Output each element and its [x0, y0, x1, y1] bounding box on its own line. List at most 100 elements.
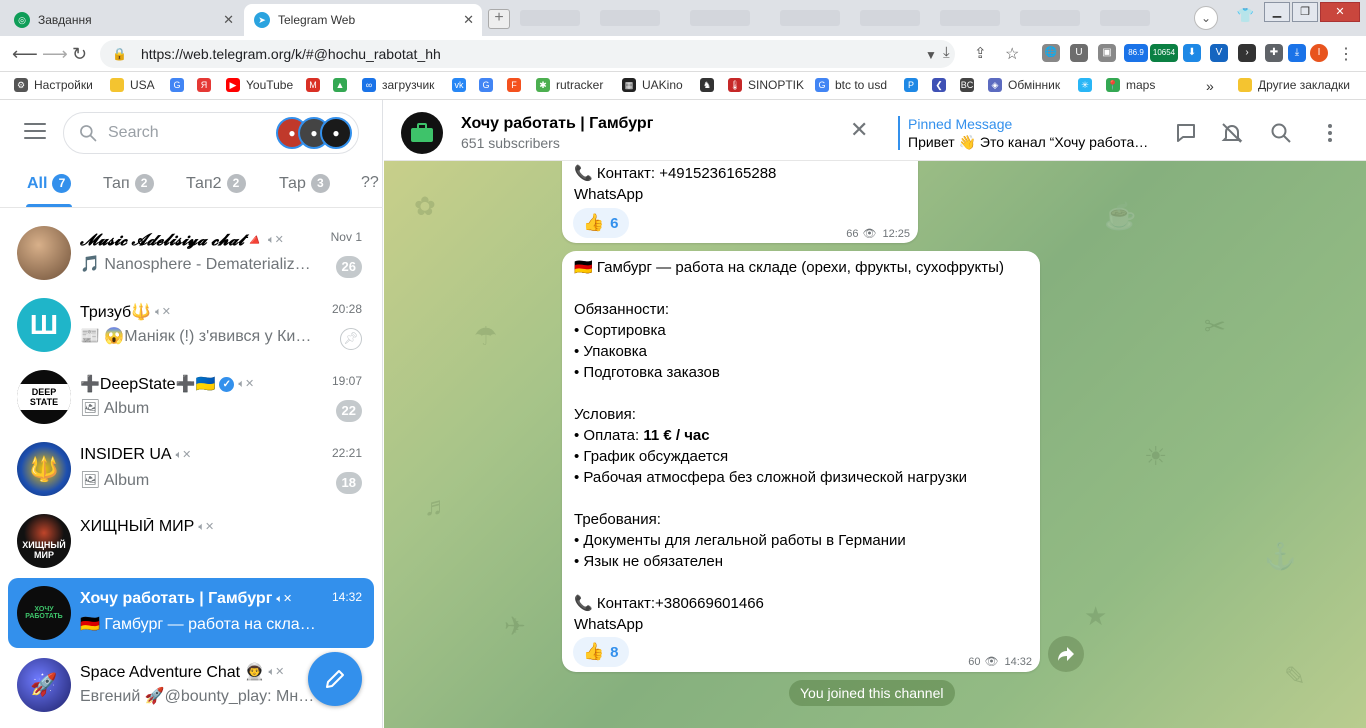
folder-tab-tap2[interactable]: Тап2 2: [186, 174, 246, 193]
chat-time: 14:32: [331, 590, 362, 604]
message-bubble[interactable]: 🇩🇪 Гамбург — работа на складе (орехи, фр…: [562, 251, 1040, 672]
reload-icon[interactable]: ↻: [72, 44, 87, 65]
bookmark-rutracker[interactable]: ✱ rutracker: [536, 78, 603, 92]
close-tab-icon[interactable]: ✕: [223, 12, 234, 28]
compose-button[interactable]: [308, 652, 362, 706]
comments-icon[interactable]: [1174, 121, 1198, 145]
lock-icon[interactable]: 🔒: [112, 47, 127, 61]
background-tab[interactable]: [780, 10, 840, 26]
mute-bell-icon[interactable]: [1220, 121, 1244, 145]
chat-item-hishchny[interactable]: ХИЩНЫЙ МИР ХИЩНЫЙ МИР 🔈︎✕: [8, 506, 374, 576]
terminal-extension-icon[interactable]: ›: [1238, 44, 1256, 62]
bookmark-uakino[interactable]: ▦ UAKino: [622, 78, 683, 92]
puzzle-extension-icon[interactable]: ✚: [1265, 44, 1283, 62]
downloads-icon[interactable]: ⤓: [1288, 44, 1306, 62]
reaction-thumbs-up[interactable]: 👍 6: [573, 208, 629, 238]
search-input[interactable]: [108, 124, 278, 142]
omnibox[interactable]: 🔒 https://web.telegram.org/k/#@hochu_rab…: [100, 40, 955, 68]
message-bubble[interactable]: 📞 Контакт: +4915236165288 WhatsApp 👍 6 66…: [562, 161, 918, 243]
hamburger-menu-icon[interactable]: [24, 123, 46, 139]
minimize-button[interactable]: ▁: [1264, 2, 1290, 22]
bookmark-usa[interactable]: USA: [110, 78, 155, 92]
background-tab[interactable]: [600, 10, 660, 26]
url-text[interactable]: https://web.telegram.org/k/#@hochu_rabot…: [141, 46, 441, 62]
tab-telegram[interactable]: ➤ Telegram Web ✕: [244, 4, 482, 36]
bookmark-google[interactable]: G: [170, 78, 190, 92]
background-tab[interactable]: [520, 10, 580, 26]
close-window-button[interactable]: ✕: [1320, 2, 1360, 22]
bookmark-star[interactable]: ✳: [1078, 78, 1098, 92]
bookmarks-overflow-button[interactable]: »: [1206, 78, 1214, 94]
pinned-message[interactable]: Pinned Message Привет 👋 Это канал “Хочу …: [898, 116, 1148, 150]
stories-row[interactable]: ● ● ●: [276, 117, 352, 149]
background-tab[interactable]: [940, 10, 1000, 26]
tshirt-icon[interactable]: 👕: [1237, 7, 1254, 24]
background-tab[interactable]: [860, 10, 920, 26]
briefcase-icon: [411, 123, 433, 142]
folder-tab-more[interactable]: ??: [361, 174, 379, 192]
bookmark-gmail[interactable]: M: [306, 78, 326, 92]
chat-item-deepstate[interactable]: DEEP STATE ➕DeepState➕🇺🇦 ✓ 🔈︎✕ 19:07 🖼 Alb…: [8, 362, 374, 432]
bookmark-downloader[interactable]: ∞ загрузчик: [362, 78, 434, 92]
back-arrow-icon[interactable]: ⟵: [12, 44, 38, 65]
ublock-extension-icon[interactable]: U: [1070, 44, 1088, 62]
folder-tab-tar[interactable]: Тар 3: [279, 174, 330, 193]
bookmark-bc[interactable]: BC: [960, 78, 980, 92]
forward-button[interactable]: [1048, 636, 1084, 672]
bookmark-sinoptik[interactable]: 🌡 SINOPTIK: [728, 78, 804, 92]
bitcoin-extension-icon[interactable]: 10654: [1150, 44, 1178, 62]
new-tab-button[interactable]: +: [488, 9, 510, 29]
forward-arrow-icon[interactable]: ⟶: [42, 44, 68, 65]
search-icon[interactable]: [1269, 121, 1293, 145]
profile-avatar[interactable]: I: [1310, 44, 1328, 62]
tab-search-button[interactable]: ⌄: [1194, 6, 1218, 30]
chat-item-music[interactable]: 𝓜𝓾𝓼𝓲𝓬 𝓐𝓭𝓮𝓵𝓲𝓼𝓲𝔂𝓪 𝓬𝓱𝓪𝓽🔺 🔈︎✕ Nov 1 🎵 Nanosph…: [8, 218, 374, 288]
background-tab[interactable]: [690, 10, 750, 26]
bookmark-youtube[interactable]: ▶ YouTube: [226, 78, 293, 92]
download-extension-icon[interactable]: ⬇: [1183, 44, 1201, 62]
chat-item-insider[interactable]: 🔱 INSIDER UA 🔈︎✕ 22:21 🖼 Album 18: [8, 434, 374, 504]
maximize-button[interactable]: ❐: [1292, 2, 1318, 22]
install-icon[interactable]: ⤓: [943, 44, 950, 61]
v-extension-icon[interactable]: V: [1210, 44, 1228, 62]
bookmark-p[interactable]: P: [904, 78, 924, 92]
bookmark-yandex[interactable]: Я: [197, 78, 217, 92]
weather-extension-icon[interactable]: 86.9: [1124, 44, 1148, 62]
bookmark-f[interactable]: F: [507, 78, 527, 92]
bookmark-star-icon[interactable]: ☆: [1005, 44, 1019, 64]
background-tab[interactable]: [1020, 10, 1080, 26]
bc-icon: BC: [960, 78, 974, 92]
reaction-thumbs-up[interactable]: 👍 8: [573, 637, 629, 667]
bookmark-btc[interactable]: Gbtc to usd: [815, 78, 887, 92]
bookmark-translate[interactable]: G: [479, 78, 499, 92]
message-time: 12:25: [882, 227, 910, 240]
bookmark-settings[interactable]: ⚙ Настройки: [14, 78, 93, 92]
search-box[interactable]: ● ● ●: [63, 112, 359, 154]
close-pinned-icon[interactable]: ✕: [850, 119, 868, 141]
share-icon[interactable]: ⇪: [974, 44, 987, 62]
channel-title[interactable]: Хочу работать | Гамбург: [461, 115, 653, 133]
close-tab-icon[interactable]: ✕: [463, 12, 474, 28]
background-tab[interactable]: [1100, 10, 1150, 26]
channel-avatar[interactable]: [401, 112, 443, 154]
menu-kebab-icon[interactable]: ⋮: [1338, 44, 1354, 64]
bookmark-exchanger[interactable]: ◈ Обмінник: [988, 78, 1060, 92]
chat-item-tryzub[interactable]: Ш Тризуб🔱 🔈︎✕ 20:28 📰 😱Маніяк (!) з'явивс…: [8, 290, 374, 360]
map-pin-icon: 📍: [1106, 78, 1120, 92]
bookmark-chess[interactable]: ♞: [700, 78, 720, 92]
globe-extension-icon[interactable]: 🌐: [1042, 44, 1060, 62]
tab-zavdannya[interactable]: ◎ Завдання ✕: [4, 4, 242, 36]
more-vertical-icon[interactable]: [1318, 121, 1342, 145]
bookmark-drive[interactable]: ▲: [333, 78, 353, 92]
story-avatar[interactable]: ●: [320, 117, 352, 149]
message-line: • Язык не обязателен: [574, 553, 723, 570]
chat-item-hamburg-jobs[interactable]: ХОЧУ РАБОТАТЬ Хочу работать | Гамбург 🔈︎✕…: [8, 578, 374, 648]
briefcase-extension-icon[interactable]: ▣: [1098, 44, 1116, 62]
dropdown-arrow-icon[interactable]: ▼: [925, 48, 937, 62]
bookmark-maps[interactable]: 📍 maps: [1106, 78, 1155, 92]
other-bookmarks[interactable]: Другие закладки: [1238, 78, 1350, 92]
bookmark-arrow[interactable]: ❮: [932, 78, 952, 92]
folder-tab-all[interactable]: All 7: [27, 174, 72, 193]
bookmark-vk[interactable]: vk: [452, 78, 472, 92]
folder-tab-tap[interactable]: Тап 2: [103, 174, 154, 193]
